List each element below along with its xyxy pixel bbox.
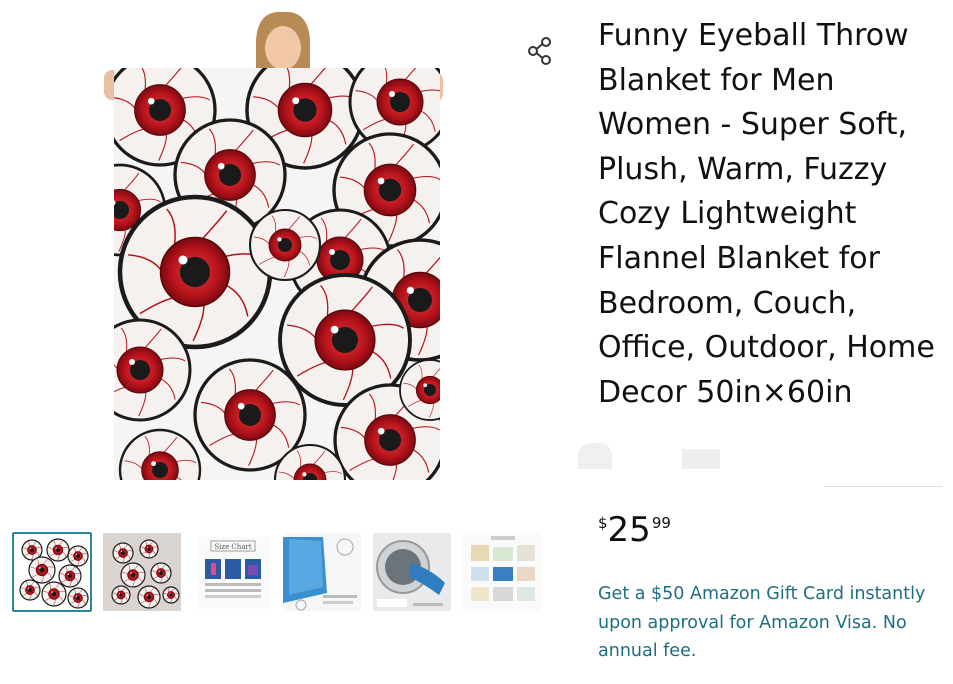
- price-fraction: 99: [651, 514, 671, 532]
- thumb-blanket-draped[interactable]: [102, 532, 182, 612]
- main-product-image[interactable]: [100, 10, 445, 480]
- thumb-blanket-front[interactable]: [12, 532, 92, 612]
- thumb-washing[interactable]: [372, 532, 452, 612]
- product-title: Funny Eyeball Throw Blanket for Men Wome…: [598, 18, 935, 410]
- price-whole: 25: [607, 510, 651, 550]
- thumb-uses[interactable]: [462, 532, 542, 612]
- divider: [824, 486, 942, 487]
- loading-placeholder: [682, 449, 720, 469]
- size-chart-label: Size Chart: [214, 543, 251, 551]
- share-icon[interactable]: [522, 33, 558, 69]
- thumbnail-strip: Size Chart: [12, 532, 542, 614]
- price: $ 25 99: [598, 510, 671, 556]
- loading-placeholder: [578, 443, 612, 469]
- thumb-material[interactable]: [282, 532, 362, 612]
- thumb-size-chart[interactable]: Size Chart: [192, 532, 272, 612]
- visa-gift-card-promo-link[interactable]: Get a $50 Amazon Gift Card instantly upo…: [598, 580, 943, 666]
- price-symbol: $: [598, 514, 608, 532]
